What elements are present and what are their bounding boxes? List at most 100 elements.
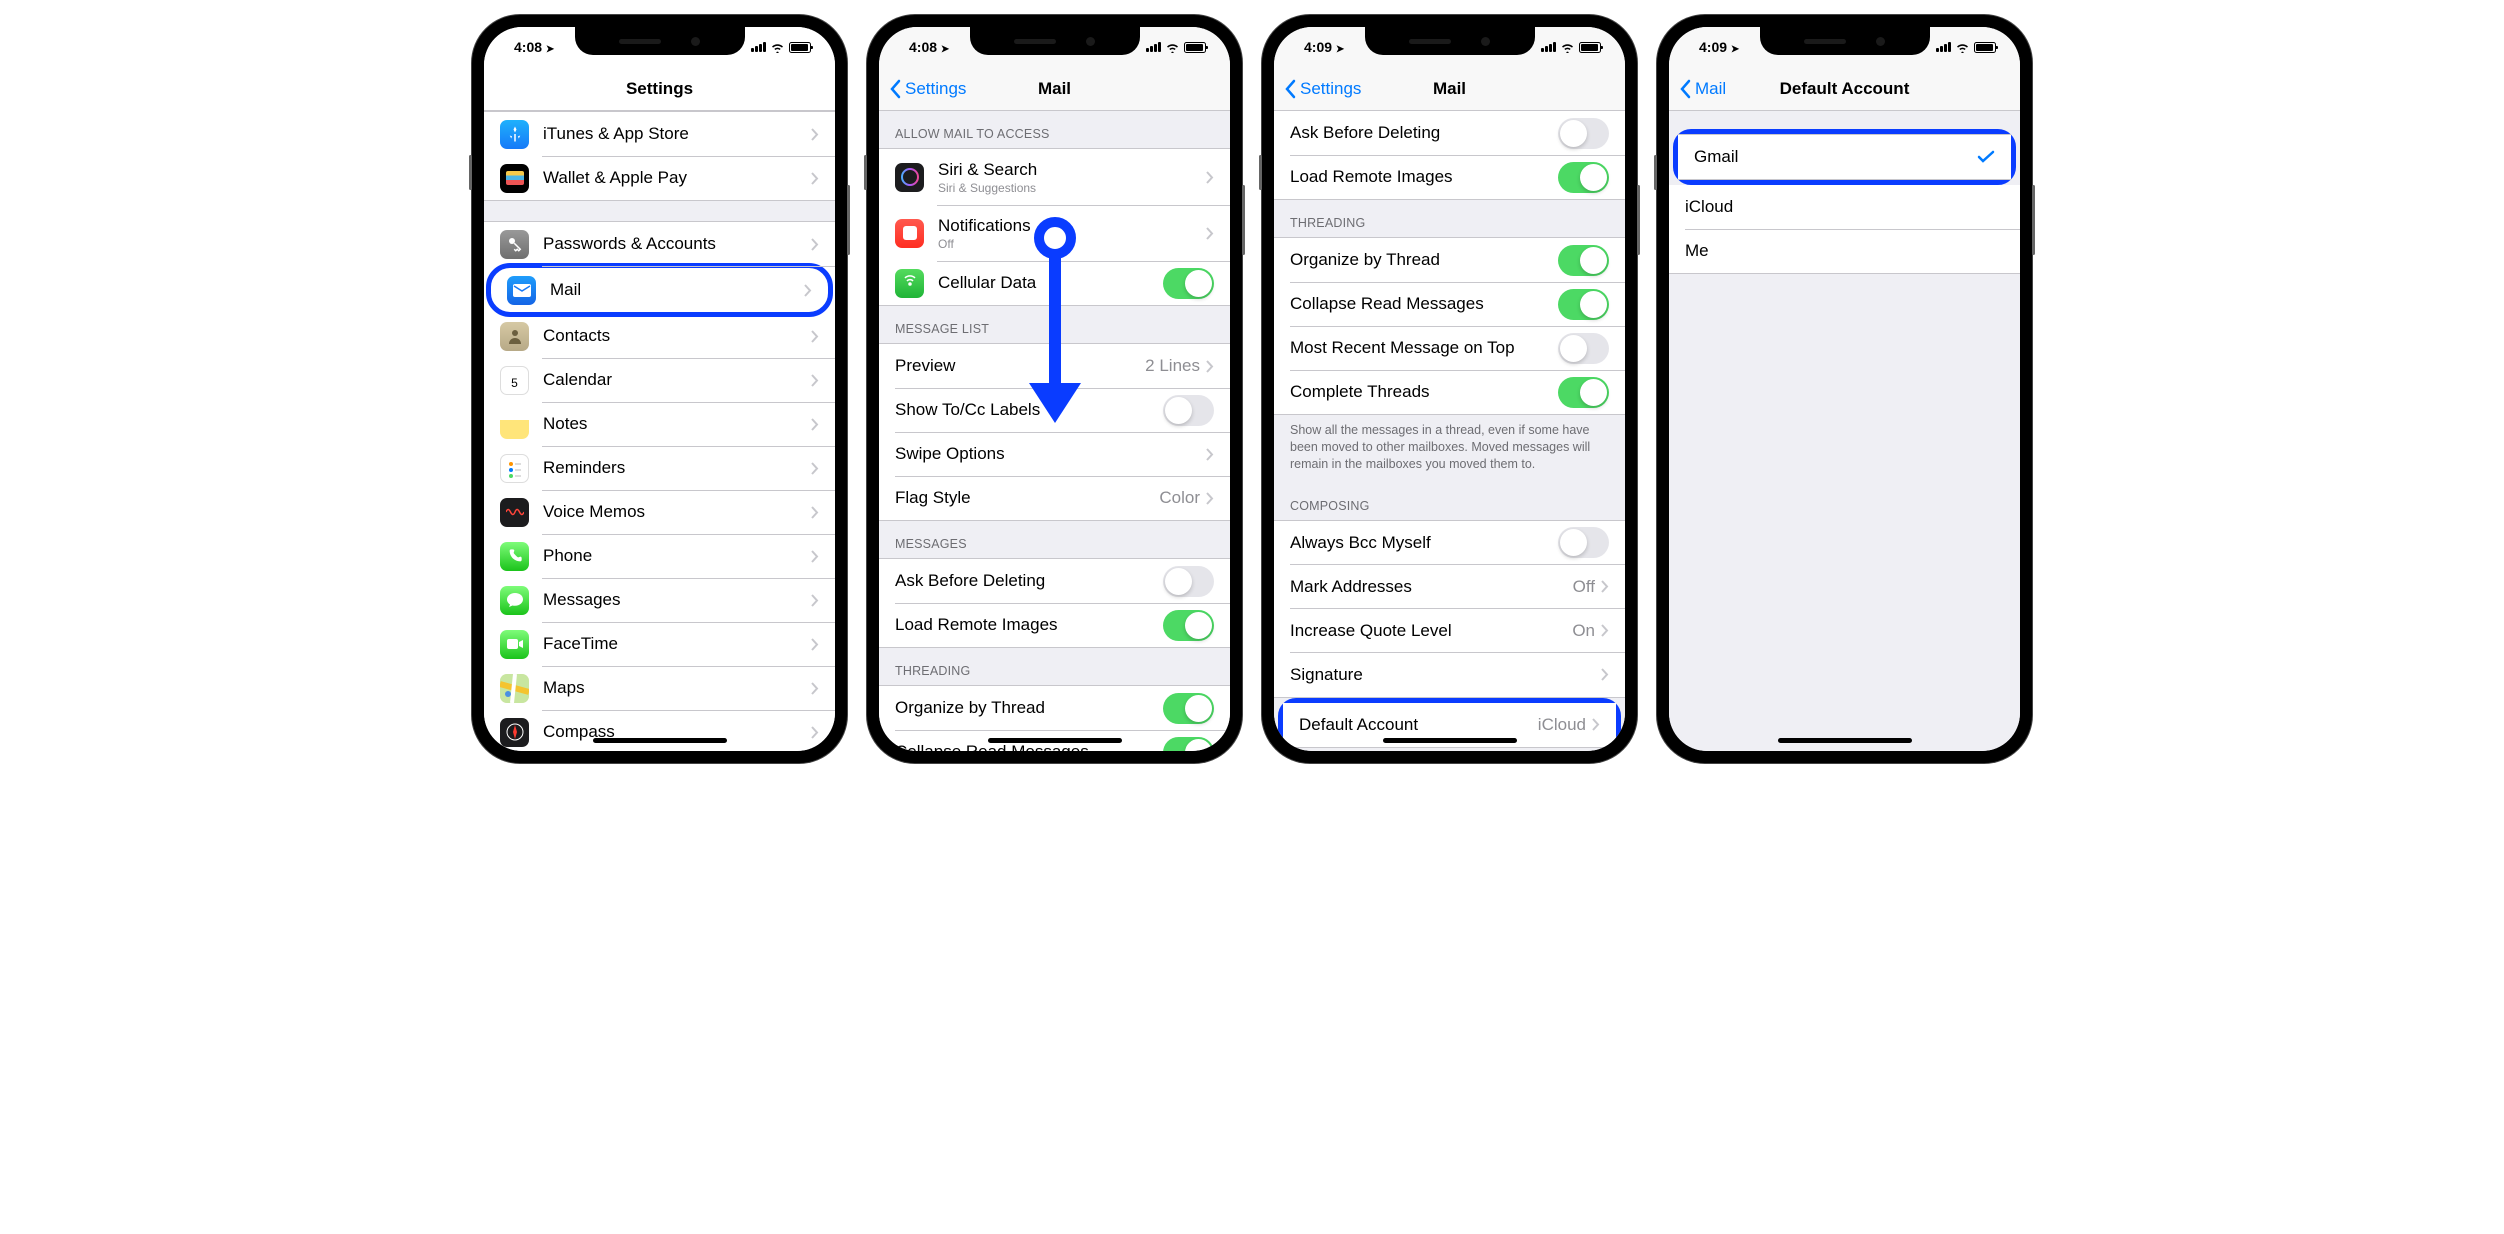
nav-bar: Mail Default Account	[1669, 67, 2020, 111]
row-siri-search[interactable]: Siri & SearchSiri & Suggestions	[879, 149, 1230, 205]
chevron-right-icon	[811, 506, 819, 519]
row-facetime[interactable]: FaceTime	[484, 622, 835, 666]
appstore-icon	[500, 120, 529, 149]
chevron-left-icon	[1284, 79, 1296, 99]
page-title: Settings	[484, 79, 835, 99]
status-right	[751, 42, 811, 53]
toggle-complete-threads[interactable]	[1558, 377, 1609, 408]
chevron-right-icon	[811, 682, 819, 695]
notch	[1365, 27, 1535, 55]
compass-icon	[500, 718, 529, 747]
row-collapse-read[interactable]: Collapse Read Messages	[1274, 282, 1625, 326]
toggle-cellular-data[interactable]	[1163, 268, 1214, 299]
chevron-right-icon	[811, 726, 819, 739]
back-button[interactable]: Settings	[889, 79, 966, 99]
row-passwords-accounts[interactable]: Passwords & Accounts	[484, 222, 835, 266]
wifi-icon	[1560, 42, 1575, 53]
toggle-show-to-cc[interactable]	[1163, 395, 1214, 426]
section-footer-composing: Messages created outside of Mail will be…	[1283, 748, 1616, 751]
row-complete-threads[interactable]: Complete Threads	[1274, 370, 1625, 414]
chevron-right-icon	[811, 594, 819, 607]
status-time: 4:08 ➤	[514, 39, 554, 55]
back-button[interactable]: Settings	[1284, 79, 1361, 99]
row-voice-memos[interactable]: Voice Memos	[484, 490, 835, 534]
chevron-right-icon	[811, 374, 819, 387]
row-most-recent-top[interactable]: Most Recent Message on Top	[1274, 326, 1625, 370]
status-time: 4:08 ➤	[909, 39, 949, 55]
row-messages[interactable]: Messages	[484, 578, 835, 622]
toggle-recent-top[interactable]	[1558, 333, 1609, 364]
row-flag-style[interactable]: Flag StyleColor	[879, 476, 1230, 520]
wifi-icon	[1165, 42, 1180, 53]
phone-frame-3: 4:09 ➤ Settings Mail Ask Before Deleting…	[1262, 15, 1637, 763]
mail-settings-list[interactable]: Allow Mail to Access Siri & SearchSiri &…	[879, 111, 1230, 751]
nav-bar: Settings Mail	[1274, 67, 1625, 111]
chevron-right-icon	[811, 418, 819, 431]
nav-bar: Settings Mail	[879, 67, 1230, 111]
row-swipe-options[interactable]: Swipe Options	[879, 432, 1230, 476]
row-itunes-app-store[interactable]: iTunes & App Store	[484, 112, 835, 156]
battery-icon	[1184, 42, 1206, 53]
home-indicator[interactable]	[988, 738, 1122, 743]
row-account-me[interactable]: Me	[1669, 229, 2020, 273]
phone-icon	[500, 542, 529, 571]
row-signature[interactable]: Signature	[1274, 653, 1625, 697]
chevron-right-icon	[804, 284, 812, 297]
phone-frame-2: 4:08 ➤ Settings Mail Allow Mail to Acces…	[867, 15, 1242, 763]
notch	[970, 27, 1140, 55]
row-account-icloud[interactable]: iCloud	[1669, 185, 2020, 229]
wifi-icon	[770, 42, 785, 53]
row-mail[interactable]: Mail	[491, 268, 828, 312]
home-indicator[interactable]	[593, 738, 727, 743]
row-reminders[interactable]: Reminders	[484, 446, 835, 490]
row-notes[interactable]: Notes	[484, 402, 835, 446]
toggle-organize-thread[interactable]	[1558, 245, 1609, 276]
row-maps[interactable]: Maps	[484, 666, 835, 710]
section-header-allow-access: Allow Mail to Access	[879, 111, 1230, 148]
status-time: 4:09 ➤	[1699, 39, 1739, 55]
home-indicator[interactable]	[1383, 738, 1517, 743]
default-account-list[interactable]: Gmail iCloud Me	[1669, 111, 2020, 751]
row-organize-by-thread[interactable]: Organize by Thread	[879, 686, 1230, 730]
settings-list[interactable]: iTunes & App Store Wallet & Apple Pay Pa…	[484, 111, 835, 751]
chevron-right-icon	[811, 550, 819, 563]
phone-frame-4: 4:09 ➤ Mail Default Account Gmail iCloud…	[1657, 15, 2032, 763]
mail-settings-list-scrolled[interactable]: Ask Before Deleting Load Remote Images T…	[1274, 111, 1625, 751]
row-mark-addresses[interactable]: Mark AddressesOff	[1274, 565, 1625, 609]
toggle-ask-delete[interactable]	[1558, 118, 1609, 149]
row-wallet-apple-pay[interactable]: Wallet & Apple Pay	[484, 156, 835, 200]
toggle-ask-delete[interactable]	[1163, 566, 1214, 597]
row-contacts[interactable]: Contacts	[484, 314, 835, 358]
notifications-icon	[895, 219, 924, 248]
row-ask-before-deleting[interactable]: Ask Before Deleting	[1274, 111, 1625, 155]
toggle-load-remote[interactable]	[1558, 162, 1609, 193]
toggle-organize-thread[interactable]	[1163, 693, 1214, 724]
wallet-icon	[500, 164, 529, 193]
row-ask-before-deleting[interactable]: Ask Before Deleting	[879, 559, 1230, 603]
row-always-bcc[interactable]: Always Bcc Myself	[1274, 521, 1625, 565]
notch	[575, 27, 745, 55]
row-organize-by-thread[interactable]: Organize by Thread	[1274, 238, 1625, 282]
row-increase-quote-level[interactable]: Increase Quote LevelOn	[1274, 609, 1625, 653]
toggle-collapse-read[interactable]	[1558, 289, 1609, 320]
row-phone[interactable]: Phone	[484, 534, 835, 578]
screen-1: 4:08 ➤ Settings iTunes & App Store Walle…	[484, 27, 835, 751]
signal-icon	[751, 42, 766, 52]
back-button[interactable]: Mail	[1679, 79, 1726, 99]
row-load-remote-images[interactable]: Load Remote Images	[879, 603, 1230, 647]
home-indicator[interactable]	[1778, 738, 1912, 743]
row-calendar[interactable]: 5Calendar	[484, 358, 835, 402]
highlight-gmail-row: Gmail	[1673, 129, 2016, 185]
toggle-bcc-self[interactable]	[1558, 527, 1609, 558]
phone-frame-1: 4:08 ➤ Settings iTunes & App Store Walle…	[472, 15, 847, 763]
toggle-collapse-read[interactable]	[1163, 737, 1214, 752]
mail-icon	[507, 276, 536, 305]
row-compass[interactable]: Compass	[484, 710, 835, 751]
status-right	[1936, 42, 1996, 53]
toggle-load-remote[interactable]	[1163, 610, 1214, 641]
chevron-right-icon	[1206, 171, 1214, 184]
chevron-right-icon	[811, 462, 819, 475]
row-load-remote-images[interactable]: Load Remote Images	[1274, 155, 1625, 199]
row-account-gmail[interactable]: Gmail	[1678, 135, 2011, 179]
section-header-composing: Composing	[1274, 483, 1625, 520]
